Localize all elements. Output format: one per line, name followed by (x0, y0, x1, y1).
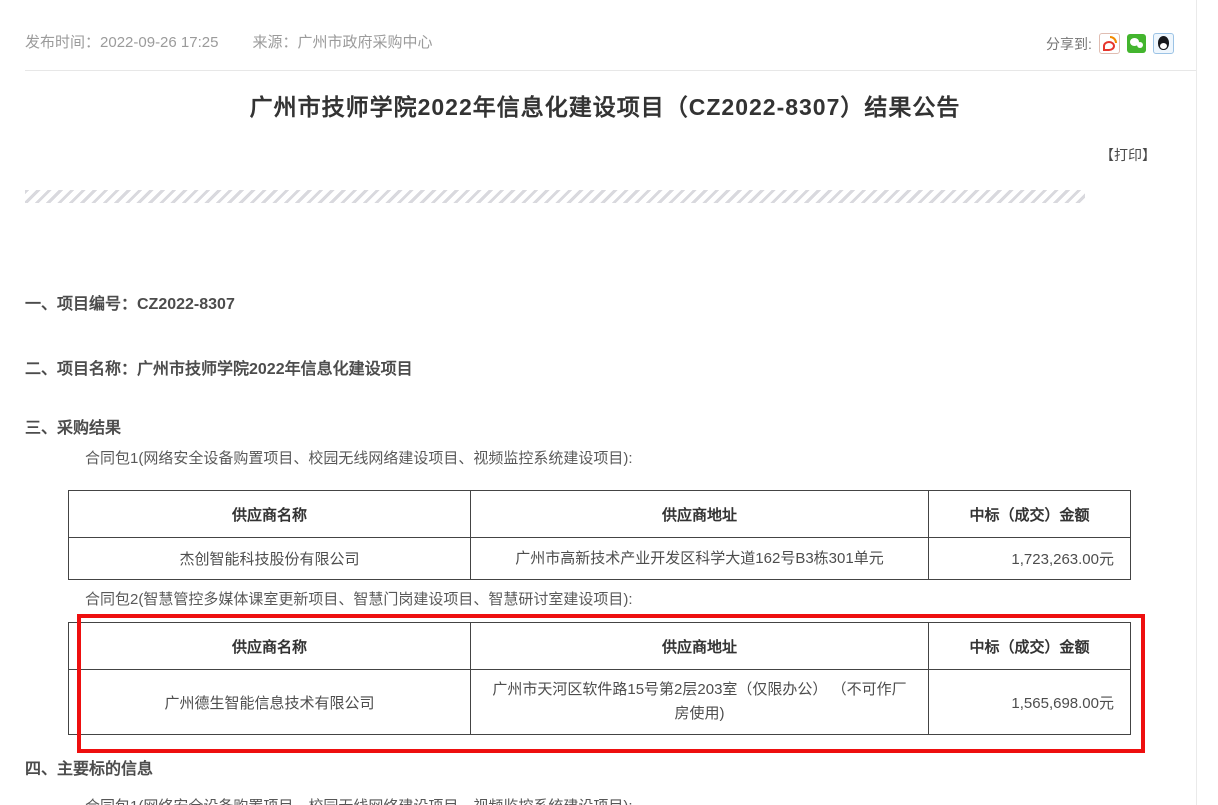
clipped-bottom-text: 合同包1(网络安全设备购置项目、校园无线网络建设项目、视频监控系统建设项目): (85, 795, 633, 805)
share-bar: 分享到: (1046, 33, 1174, 54)
table-row: 杰创智能科技股份有限公司 广州市高新技术产业开发区科学大道162号B3栋301单… (69, 538, 1131, 580)
col-header-award-amount: 中标（成交）金额 (929, 623, 1131, 670)
wechat-bubble-small-glyph (1137, 42, 1143, 48)
package-1-label: 合同包1(网络安全设备购置项目、校园无线网络建设项目、视频监控系统建设项目): (85, 447, 633, 468)
section-heading-project-name: 二、项目名称：广州市技师学院2022年信息化建设项目 (25, 355, 413, 379)
award-amount-cell: 1,723,263.00元 (929, 538, 1131, 580)
weibo-share-icon[interactable] (1099, 33, 1120, 54)
supplier-address-cell: 广州市天河区软件路15号第2层203室（仅限办公） （不可作厂房使用) (471, 670, 929, 735)
qq-share-icon[interactable] (1153, 33, 1174, 54)
award-amount-cell: 1,565,698.00元 (929, 670, 1131, 735)
package-1-result-table: 供应商名称 供应商地址 中标（成交）金额 杰创智能科技股份有限公司 广州市高新技… (68, 490, 1131, 580)
publish-time-label: 发布时间： (25, 34, 100, 51)
announcement-page: 发布时间：2022-09-26 17:25 来源：广州市政府采购中心 分享到: 广… (0, 0, 1218, 805)
source-value: 广州市政府采购中心 (297, 34, 432, 51)
table-header-row: 供应商名称 供应商地址 中标（成交）金额 (69, 623, 1131, 670)
col-header-supplier-address: 供应商地址 (471, 491, 929, 538)
page-title: 广州市技师学院2022年信息化建设项目（CZ2022-8307）结果公告 (25, 88, 1185, 122)
weibo-spark-glyph (1110, 36, 1117, 43)
col-header-supplier-address: 供应商地址 (471, 623, 929, 670)
supplier-name-cell: 杰创智能科技股份有限公司 (69, 538, 471, 580)
section-heading-procurement-result: 三、采购结果 (25, 414, 121, 438)
col-header-supplier-name: 供应商名称 (69, 623, 471, 670)
supplier-name-cell: 广州德生智能信息技术有限公司 (69, 670, 471, 735)
publish-time-value: 2022-09-26 17:25 (100, 34, 218, 51)
qq-penguin-belly-glyph (1160, 43, 1167, 49)
package-2-result-table: 供应商名称 供应商地址 中标（成交）金额 广州德生智能信息技术有限公司 广州市天… (68, 622, 1131, 735)
section-heading-project-number: 一、项目编号：CZ2022-8307 (25, 290, 235, 314)
content-right-border (1196, 0, 1197, 805)
package-2-label: 合同包2(智慧管控多媒体课室更新项目、智慧门岗建设项目、智慧研讨室建设项目): (85, 588, 633, 609)
col-header-award-amount: 中标（成交）金额 (929, 491, 1131, 538)
print-button[interactable]: 【打印】 (1100, 145, 1156, 165)
source-label: 来源： (252, 34, 297, 51)
hatched-divider (25, 190, 1085, 203)
table-row: 广州德生智能信息技术有限公司 广州市天河区软件路15号第2层203室（仅限办公）… (69, 670, 1131, 735)
wechat-share-icon[interactable] (1127, 34, 1146, 53)
publish-meta: 发布时间：2022-09-26 17:25 来源：广州市政府采购中心 (25, 31, 432, 52)
table-header-row: 供应商名称 供应商地址 中标（成交）金额 (69, 491, 1131, 538)
header-divider (25, 70, 1196, 71)
section-heading-main-subject-info: 四、主要标的信息 (25, 755, 153, 779)
supplier-address-cell: 广州市高新技术产业开发区科学大道162号B3栋301单元 (471, 538, 929, 580)
col-header-supplier-name: 供应商名称 (69, 491, 471, 538)
share-label: 分享到: (1046, 34, 1092, 54)
